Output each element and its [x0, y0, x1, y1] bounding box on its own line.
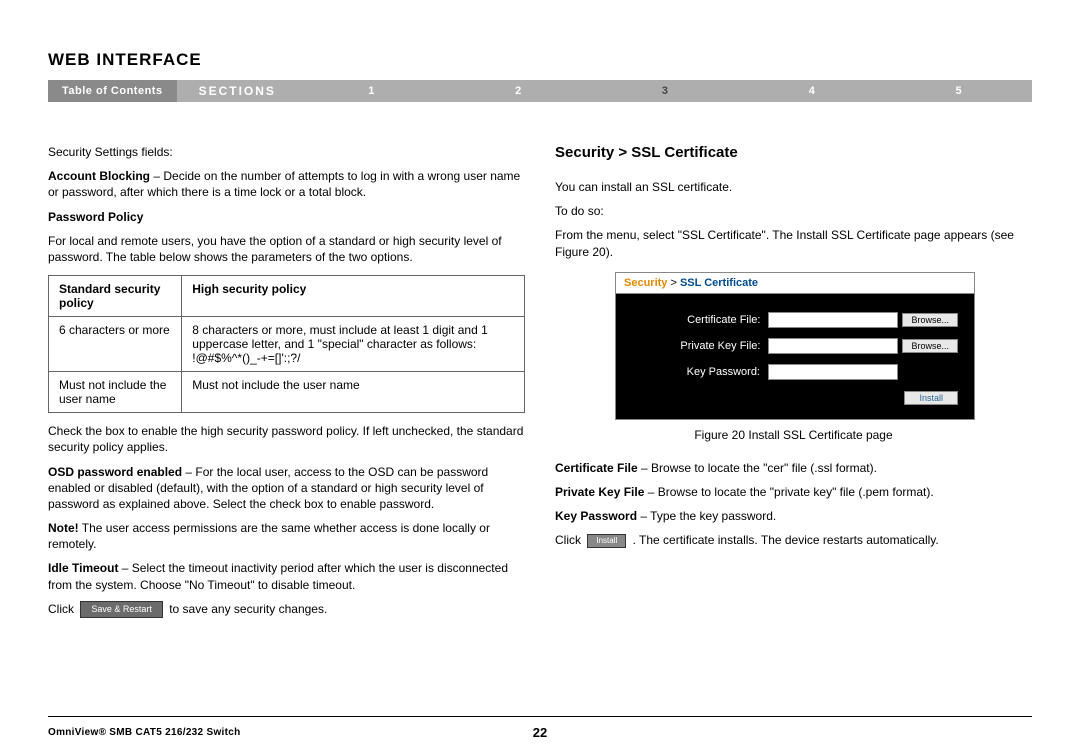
key-pass-row: Key Password:: [632, 364, 958, 380]
idle-timeout-para: Idle Timeout – Select the timeout inacti…: [48, 560, 525, 592]
table-cell-r2c2: Must not include the user name: [182, 372, 525, 413]
footer-divider: [48, 716, 1032, 717]
key-pass-desc-text: – Type the key password.: [637, 509, 776, 523]
key-pass-desc-label: Key Password: [555, 509, 637, 523]
cert-file-label: Certificate File:: [660, 314, 760, 326]
install-row: Install: [632, 390, 958, 405]
key-pass-label: Key Password:: [660, 366, 760, 378]
click-prefix: Click: [48, 602, 77, 616]
ssl-panel-body: Certificate File: Browse... Private Key …: [615, 293, 975, 420]
click-save-para: Click Save & Restart to save any securit…: [48, 601, 525, 618]
section-link-5[interactable]: 5: [885, 85, 1032, 97]
left-column: Security Settings fields: Account Blocki…: [48, 144, 525, 626]
ssl-breadcrumb: Security > SSL Certificate: [615, 272, 975, 293]
password-policy-label: Password Policy: [48, 209, 525, 225]
ssl-heading: Security > SSL Certificate: [555, 144, 1032, 161]
note-text: The user access permissions are the same…: [48, 521, 490, 551]
install-button-inline[interactable]: Install: [587, 534, 626, 548]
crumb-page: SSL Certificate: [680, 277, 758, 289]
priv-key-desc: Private Key File – Browse to locate the …: [555, 484, 1032, 500]
page-footer: OmniView® SMB CAT5 216/232 Switch 22: [48, 716, 1032, 738]
account-blocking-label: Account Blocking: [48, 169, 150, 183]
install-button[interactable]: Install: [904, 391, 958, 405]
table-cell-r2c1: Must not include the user name: [49, 372, 182, 413]
security-fields-heading: Security Settings fields:: [48, 144, 525, 160]
sections-label: SECTIONS: [177, 84, 298, 98]
key-pass-desc: Key Password – Type the key password.: [555, 508, 1032, 524]
priv-key-browse-button[interactable]: Browse...: [902, 339, 958, 353]
priv-key-desc-label: Private Key File: [555, 485, 644, 499]
account-blocking-para: Account Blocking – Decide on the number …: [48, 168, 525, 200]
priv-key-label: Private Key File:: [660, 340, 760, 352]
section-link-1[interactable]: 1: [298, 85, 445, 97]
ssl-intro3: From the menu, select "SSL Certificate".…: [555, 227, 1032, 259]
page-title: Web Interface: [48, 50, 1032, 70]
cert-file-desc: Certificate File – Browse to locate the …: [555, 460, 1032, 476]
note-para: Note! The user access permissions are th…: [48, 520, 525, 552]
section-navbar: Table of Contents SECTIONS 1 2 3 4 5: [48, 80, 1032, 102]
right-column: Security > SSL Certificate You can insta…: [555, 144, 1032, 626]
key-pass-input[interactable]: [768, 364, 898, 380]
cert-file-desc-text: – Browse to locate the "cer" file (.ssl …: [638, 461, 877, 475]
ssl-intro2: To do so:: [555, 203, 1032, 219]
ssl-panel-figure: Security > SSL Certificate Certificate F…: [615, 272, 975, 420]
priv-key-desc-text: – Browse to locate the "private key" fil…: [644, 485, 933, 499]
section-link-4[interactable]: 4: [738, 85, 885, 97]
idle-label: Idle Timeout: [48, 561, 118, 575]
click-install-para: Click Install . The certificate installs…: [555, 532, 1032, 548]
section-link-2[interactable]: 2: [445, 85, 592, 97]
toc-link[interactable]: Table of Contents: [48, 80, 177, 102]
cert-file-row: Certificate File: Browse...: [632, 312, 958, 328]
password-policy-table: Standard security policy High security p…: [48, 275, 525, 413]
section-link-3[interactable]: 3: [592, 85, 739, 97]
priv-key-row: Private Key File: Browse...: [632, 338, 958, 354]
checkbox-instruction: Check the box to enable the high securit…: [48, 423, 525, 455]
osd-para: OSD password enabled – For the local use…: [48, 464, 525, 513]
click-install-suffix: . The certificate installs. The device r…: [629, 533, 938, 547]
priv-key-input[interactable]: [768, 338, 898, 354]
cert-file-browse-button[interactable]: Browse...: [902, 313, 958, 327]
figure-caption: Figure 20 Install SSL Certificate page: [555, 428, 1032, 442]
table-header-high: High security policy: [182, 276, 525, 317]
cert-file-input[interactable]: [768, 312, 898, 328]
ssl-intro1: You can install an SSL certificate.: [555, 179, 1032, 195]
table-cell-r1c1: 6 characters or more: [49, 317, 182, 372]
password-policy-text: For local and remote users, you have the…: [48, 233, 525, 265]
osd-label: OSD password enabled: [48, 465, 182, 479]
cert-file-desc-label: Certificate File: [555, 461, 638, 475]
crumb-security: Security: [624, 277, 667, 289]
table-header-standard: Standard security policy: [49, 276, 182, 317]
crumb-sep: >: [667, 277, 680, 289]
click-suffix: to save any security changes.: [166, 602, 327, 616]
click-install-prefix: Click: [555, 533, 584, 547]
table-cell-r1c2: 8 characters or more, must include at le…: [182, 317, 525, 372]
product-name: OmniView® SMB CAT5 216/232 Switch: [48, 727, 241, 738]
page-number: 22: [533, 725, 547, 740]
note-label: Note!: [48, 521, 79, 535]
save-restart-button[interactable]: Save & Restart: [80, 601, 163, 618]
